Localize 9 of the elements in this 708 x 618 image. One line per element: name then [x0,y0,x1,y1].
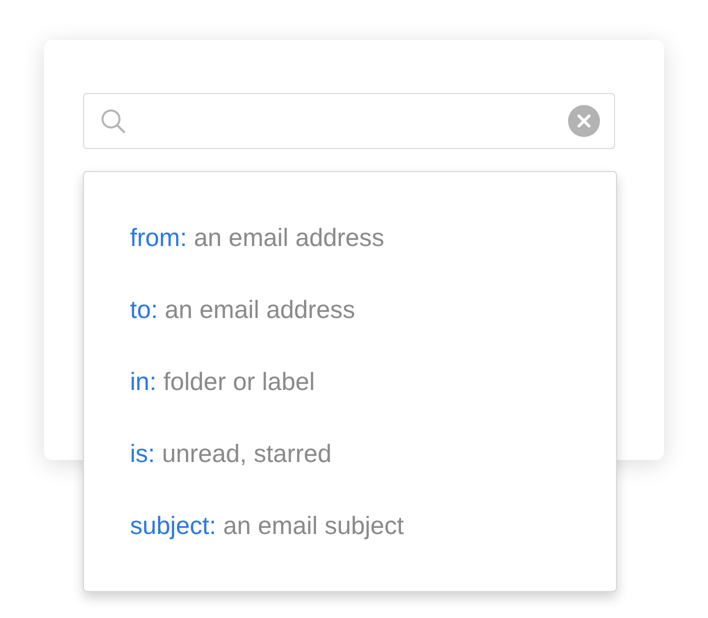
search-icon [100,108,126,134]
suggestion-item[interactable]: to: an email address [130,290,356,330]
close-icon [577,114,591,128]
search-field[interactable] [83,93,615,149]
suggestion-item[interactable]: in: folder or label [130,362,315,402]
suggestion-item[interactable]: is: unread, starred [130,434,332,474]
suggestion-item[interactable]: from: an email address [130,218,384,258]
suggestion-item[interactable]: subject: an email subject [130,506,404,546]
clear-button[interactable] [568,105,600,137]
